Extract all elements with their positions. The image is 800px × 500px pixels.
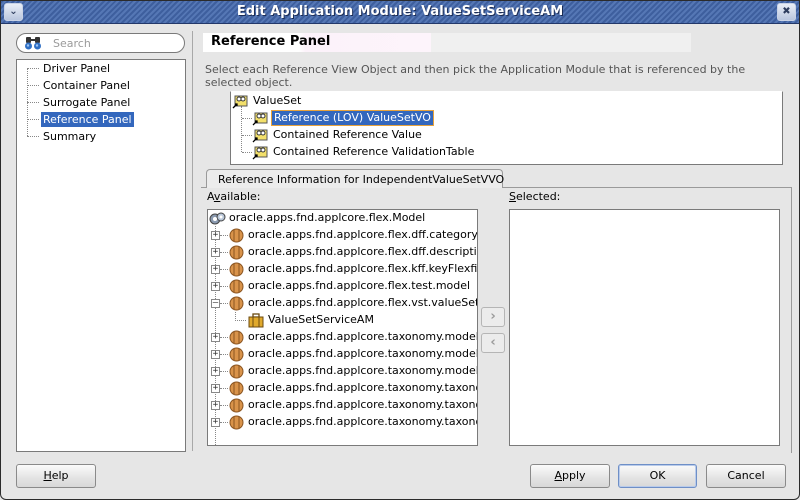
available-tree-package[interactable]: + oracle.apps.fnd.applcore.taxonomy.taxo… — [208, 380, 477, 397]
instructions-text: Select each Reference View Object and th… — [205, 63, 746, 89]
application-module-icon — [248, 313, 264, 328]
window-title: Edit Application Module: ValueSetService… — [236, 4, 564, 19]
package-icon — [229, 262, 244, 277]
available-tree-package[interactable]: + oracle.apps.fnd.applcore.flex.dff.desc… — [208, 244, 477, 261]
view-object-tree: ValueSet Reference (LOV) ValueSetVO Cont… — [230, 91, 783, 165]
package-icon — [229, 245, 244, 260]
selected-list[interactable] — [509, 209, 780, 446]
ok-button[interactable]: OK — [618, 464, 697, 488]
package-icon — [229, 347, 244, 362]
package-icon — [229, 228, 244, 243]
expand-icon[interactable]: + — [211, 401, 220, 410]
collapse-icon[interactable]: – — [211, 299, 220, 308]
package-icon — [229, 398, 244, 413]
available-tree-root[interactable]: oracle.apps.fnd.applcore.flex.Model — [208, 210, 477, 227]
package-icon — [229, 381, 244, 396]
available-label: Available: — [207, 190, 261, 203]
help-button[interactable]: Help — [16, 464, 96, 488]
available-tree-package[interactable]: + oracle.apps.fnd.applcore.taxonomy.mode… — [208, 329, 477, 346]
selected-label: Selected: — [509, 190, 561, 203]
dialog-window: ⌄ Edit Application Module: ValueSetServi… — [0, 0, 800, 500]
tab-reference-information[interactable]: Reference Information for IndependentVal… — [206, 169, 504, 188]
available-tree-package[interactable]: + oracle.apps.fnd.applcore.taxonomy.taxo… — [208, 414, 477, 431]
expand-icon[interactable]: + — [211, 265, 220, 274]
available-tree-package[interactable]: + oracle.apps.fnd.applcore.flex.test.mod… — [208, 278, 477, 295]
close-button[interactable]: ✖ — [777, 3, 796, 21]
view-object-icon — [232, 95, 248, 109]
available-tree-package[interactable]: – oracle.apps.fnd.applcore.flex.vst.valu… — [208, 295, 477, 312]
package-icon — [229, 364, 244, 379]
splitter[interactable] — [192, 31, 193, 451]
title-bar[interactable]: ⌄ Edit Application Module: ValueSetServi… — [1, 1, 799, 24]
expand-icon[interactable]: + — [211, 231, 220, 240]
package-icon — [229, 330, 244, 345]
available-tree-package[interactable]: + oracle.apps.fnd.applcore.taxonomy.mode… — [208, 346, 477, 363]
expand-icon[interactable]: + — [211, 418, 220, 427]
available-tree-app-module[interactable]: ValueSetServiceAM — [208, 312, 477, 329]
page-title: Reference Panel — [211, 34, 331, 49]
panel-header: Reference Panel — [203, 33, 691, 52]
expand-icon[interactable]: + — [211, 384, 220, 393]
expand-icon[interactable]: + — [211, 248, 220, 257]
package-icon — [229, 279, 244, 294]
package-icon — [229, 415, 244, 430]
chevron-left-icon: ‹ — [490, 335, 496, 350]
apply-button[interactable]: Apply — [530, 464, 610, 488]
model-project-icon — [209, 212, 226, 225]
available-tree-package[interactable]: + oracle.apps.fnd.applcore.taxonomy.taxo… — [208, 397, 477, 414]
add-button[interactable]: › — [481, 307, 505, 327]
close-icon: ✖ — [782, 6, 791, 17]
search-placeholder: Search — [53, 37, 91, 50]
remove-button[interactable]: ‹ — [481, 333, 505, 353]
package-icon — [229, 296, 244, 311]
available-tree-package[interactable]: + oracle.apps.fnd.applcore.flex.dff.cate… — [208, 227, 477, 244]
wizard-nav-tree: Driver Panel Container Panel Surrogate P… — [16, 59, 186, 452]
available-tree[interactable]: oracle.apps.fnd.applcore.flex.Model + or… — [207, 209, 478, 446]
view-object-icon — [252, 129, 268, 143]
available-tree-package[interactable]: + oracle.apps.fnd.applcore.flex.kff.keyF… — [208, 261, 477, 278]
expand-icon[interactable]: + — [211, 350, 220, 359]
binoculars-icon — [25, 37, 41, 50]
available-tree-package[interactable]: + oracle.apps.fnd.applcore.taxonomy.mode… — [208, 363, 477, 380]
expand-icon[interactable]: + — [211, 367, 220, 376]
cancel-button[interactable]: Cancel — [706, 464, 786, 488]
view-object-icon — [252, 146, 268, 160]
chevron-right-icon: › — [490, 309, 496, 324]
view-object-icon — [252, 112, 268, 126]
search-input[interactable]: Search — [16, 33, 185, 53]
expand-icon[interactable]: + — [211, 282, 220, 291]
expand-icon[interactable]: + — [211, 333, 220, 342]
